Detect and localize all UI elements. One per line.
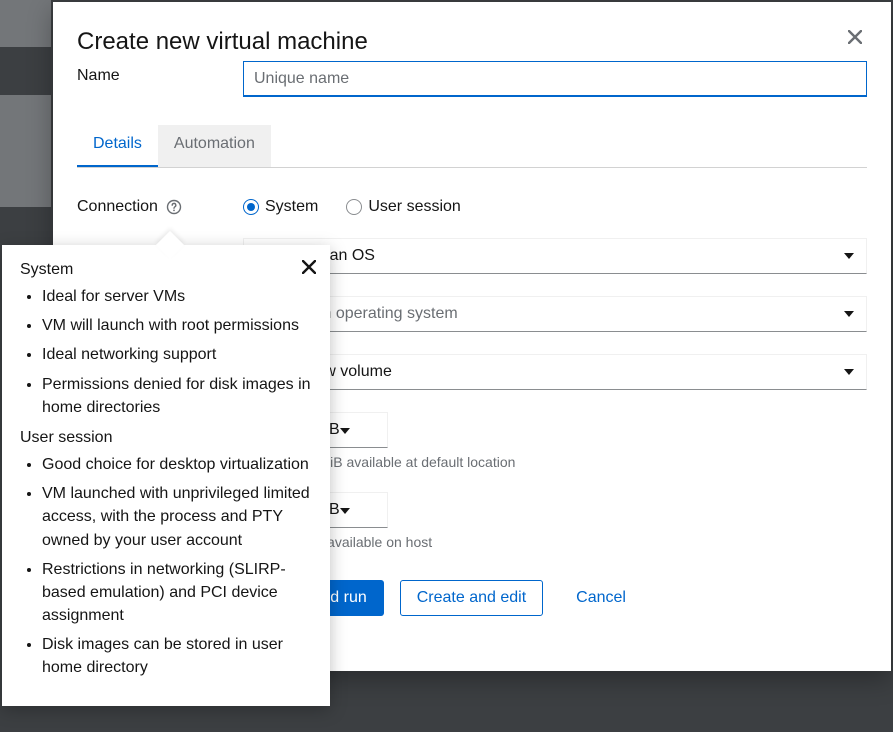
popover-system-list: Ideal for server VMs VM will launch with … <box>20 285 312 419</box>
modal-title: Create new virtual machine <box>77 26 368 57</box>
storage-select[interactable]: Create new volume <box>243 354 867 390</box>
name-input[interactable] <box>243 61 867 97</box>
radio-system-label: System <box>265 198 318 216</box>
close-icon <box>302 258 316 278</box>
create-and-edit-button[interactable]: Create and edit <box>400 580 543 616</box>
installation-type-select[interactable]: Download an OS <box>243 238 867 274</box>
radio-unchecked-icon <box>346 199 362 215</box>
popover-list-item: VM launched with unprivileged limited ac… <box>42 482 312 552</box>
popover-list-item: Good choice for desktop virtualization <box>42 453 312 476</box>
popover-list-item: Permissions denied for disk images in ho… <box>42 373 312 419</box>
popover-list-item: Ideal networking support <box>42 343 312 366</box>
popover-list-item: Ideal for server VMs <box>42 285 312 308</box>
bg-strip <box>0 95 51 207</box>
radio-checked-icon <box>243 199 259 215</box>
popover-user-heading: User session <box>20 429 312 447</box>
tab-automation[interactable]: Automation <box>158 125 271 167</box>
connection-help-popover: System Ideal for server VMs VM will launc… <box>2 245 330 706</box>
radio-user-session[interactable]: User session <box>346 198 460 216</box>
help-icon[interactable] <box>166 199 182 215</box>
cancel-button[interactable]: Cancel <box>559 580 643 616</box>
close-icon <box>848 27 862 49</box>
modal-header: Create new virtual machine <box>53 2 891 61</box>
tabs: Details Automation <box>77 125 867 168</box>
caret-down-icon <box>844 253 854 259</box>
caret-down-icon <box>340 501 350 519</box>
operating-system-select[interactable]: Choose an operating system <box>243 296 867 332</box>
popover-list-item: VM will launch with root permissions <box>42 314 312 337</box>
popover-list-item: Restrictions in networking (SLIRP-based … <box>42 558 312 628</box>
popover-list-item: Disk images can be stored in user home d… <box>42 633 312 679</box>
connection-label: Connection <box>77 198 158 216</box>
popover-system-heading: System <box>20 261 312 279</box>
name-label: Name <box>77 61 227 85</box>
memory-hint: Up to 23 GiB available on host <box>243 534 867 550</box>
radio-system[interactable]: System <box>243 198 318 216</box>
caret-down-icon <box>340 421 350 439</box>
radio-user-session-label: User session <box>368 198 460 216</box>
storage-limit-hint: Up to 915.5 GiB available at default loc… <box>243 454 867 470</box>
close-button[interactable] <box>843 26 867 50</box>
popover-user-list: Good choice for desktop virtualization VM… <box>20 453 312 680</box>
popover-close-button[interactable] <box>298 255 320 281</box>
caret-down-icon <box>844 311 854 317</box>
caret-down-icon <box>844 369 854 375</box>
tab-details[interactable]: Details <box>77 125 158 167</box>
bg-strip <box>0 0 51 47</box>
